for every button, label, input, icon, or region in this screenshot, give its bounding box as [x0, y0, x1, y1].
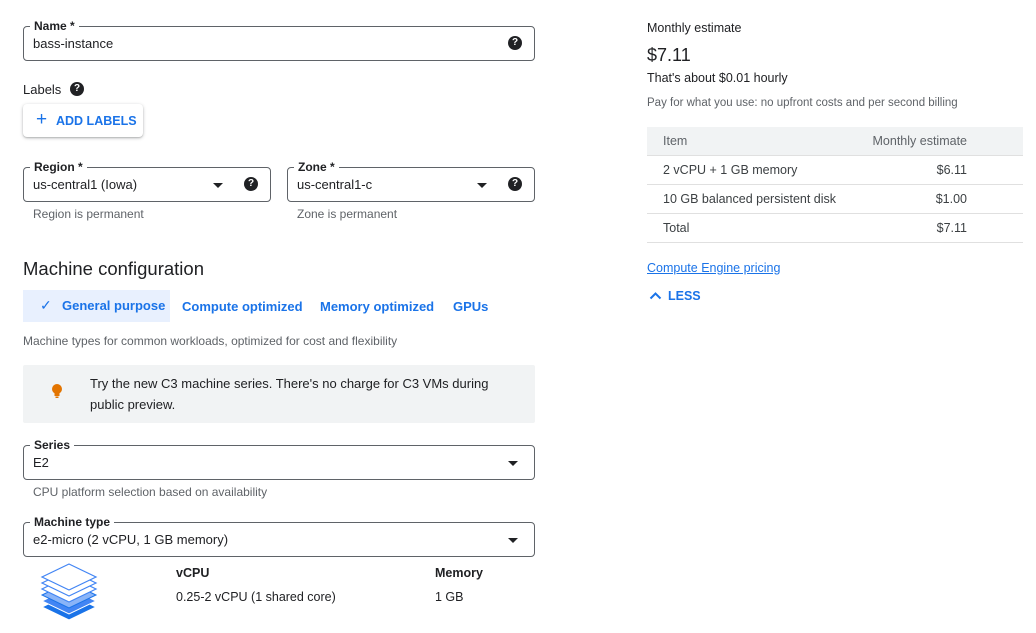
lightbulb-icon — [52, 384, 62, 398]
series-label: Series — [30, 438, 75, 452]
machine-type-select[interactable]: Machine type e2-micro (2 vCPU, 1 GB memo… — [23, 515, 535, 557]
vcpu-value: 0.25-2 vCPU (1 shared core) — [176, 590, 336, 604]
region-hint: Region is permanent — [33, 207, 144, 221]
less-label: LESS — [668, 289, 701, 303]
vcpu-header: vCPU — [176, 566, 210, 580]
series-hint: CPU platform selection based on availabi… — [33, 485, 268, 499]
tab-memory-optimized[interactable]: Memory optimized — [320, 299, 434, 314]
zone-value: us-central1-c — [297, 177, 373, 192]
row-item: 2 vCPU + 1 GB memory — [647, 155, 857, 185]
table-header-row: Item Monthly estimate — [647, 127, 1023, 156]
estimate-title: Monthly estimate — [647, 21, 742, 35]
estimate-price: $7.11 — [647, 45, 691, 65]
chevron-up-icon — [649, 292, 662, 300]
tip-text-line2: public preview. — [90, 397, 176, 412]
name-value[interactable]: bass-instance — [33, 36, 113, 51]
zone-help-icon[interactable]: ? — [508, 177, 522, 191]
zone-label: Zone * — [294, 160, 339, 174]
machine-type-value: e2-micro (2 vCPU, 1 GB memory) — [33, 532, 229, 547]
labels-help-icon[interactable]: ? — [70, 82, 84, 96]
table-row: Total $7.11 — [647, 213, 1023, 243]
row-cost: $1.00 — [856, 184, 1023, 214]
region-label: Region * — [30, 160, 87, 174]
memory-header: Memory — [435, 566, 483, 580]
table-row: 10 GB balanced persistent disk $1.00 — [647, 184, 1023, 214]
machine-type-label: Machine type — [30, 515, 115, 529]
plus-icon: + — [36, 109, 48, 130]
zone-select[interactable]: Zone * us-central1-c ? — [287, 160, 535, 202]
tab-general-purpose[interactable]: ✓ General purpose — [23, 290, 170, 322]
memory-value: 1 GB — [435, 590, 464, 604]
tab-label: General purpose — [62, 298, 166, 313]
machine-config-title: Machine configuration — [23, 258, 204, 279]
less-button[interactable]: LESS — [647, 286, 707, 306]
help-icon[interactable]: ? — [508, 36, 522, 50]
row-cost: $7.11 — [856, 213, 1023, 243]
row-cost: $6.11 — [856, 155, 1023, 185]
chevron-down-icon — [508, 538, 518, 543]
tab-gpus[interactable]: GPUs — [453, 299, 488, 314]
chevron-down-icon — [508, 461, 518, 466]
c3-tip-banner: Try the new C3 machine series. There's n… — [23, 365, 535, 423]
check-icon: ✓ — [40, 297, 52, 313]
column-header: Monthly estimate — [856, 127, 1023, 156]
add-labels-label: ADD LABELS — [56, 114, 137, 128]
layers-icon — [40, 563, 98, 621]
name-field[interactable]: Name * bass-instance ? — [23, 19, 535, 61]
region-help-icon[interactable]: ? — [244, 177, 258, 191]
chevron-down-icon — [477, 183, 487, 188]
compute-engine-pricing-link[interactable]: Compute Engine pricing — [647, 261, 780, 275]
estimate-note: Pay for what you use: no upfront costs a… — [647, 97, 958, 109]
table-row: 2 vCPU + 1 GB memory $6.11 — [647, 155, 1023, 185]
region-select[interactable]: Region * us-central1 (Iowa) ? — [23, 160, 271, 202]
region-value: us-central1 (Iowa) — [33, 177, 138, 192]
estimate-table: Item Monthly estimate 2 vCPU + 1 GB memo… — [647, 127, 1023, 243]
add-labels-button[interactable]: + ADD LABELS — [23, 104, 143, 137]
zone-hint: Zone is permanent — [297, 207, 398, 221]
machine-types-description: Machine types for common workloads, opti… — [23, 334, 398, 348]
column-header: Item — [647, 127, 857, 156]
chevron-down-icon — [213, 183, 223, 188]
labels-heading: Labels — [23, 82, 62, 97]
row-item: Total — [647, 213, 857, 243]
name-label: Name * — [30, 19, 79, 33]
row-item: 10 GB balanced persistent disk — [647, 184, 857, 214]
tab-compute-optimized[interactable]: Compute optimized — [182, 299, 303, 314]
series-value: E2 — [33, 455, 49, 470]
tip-text-line1: Try the new C3 machine series. There's n… — [90, 376, 489, 391]
estimate-hourly: That's about $0.01 hourly — [647, 71, 788, 85]
series-select[interactable]: Series E2 — [23, 438, 535, 480]
